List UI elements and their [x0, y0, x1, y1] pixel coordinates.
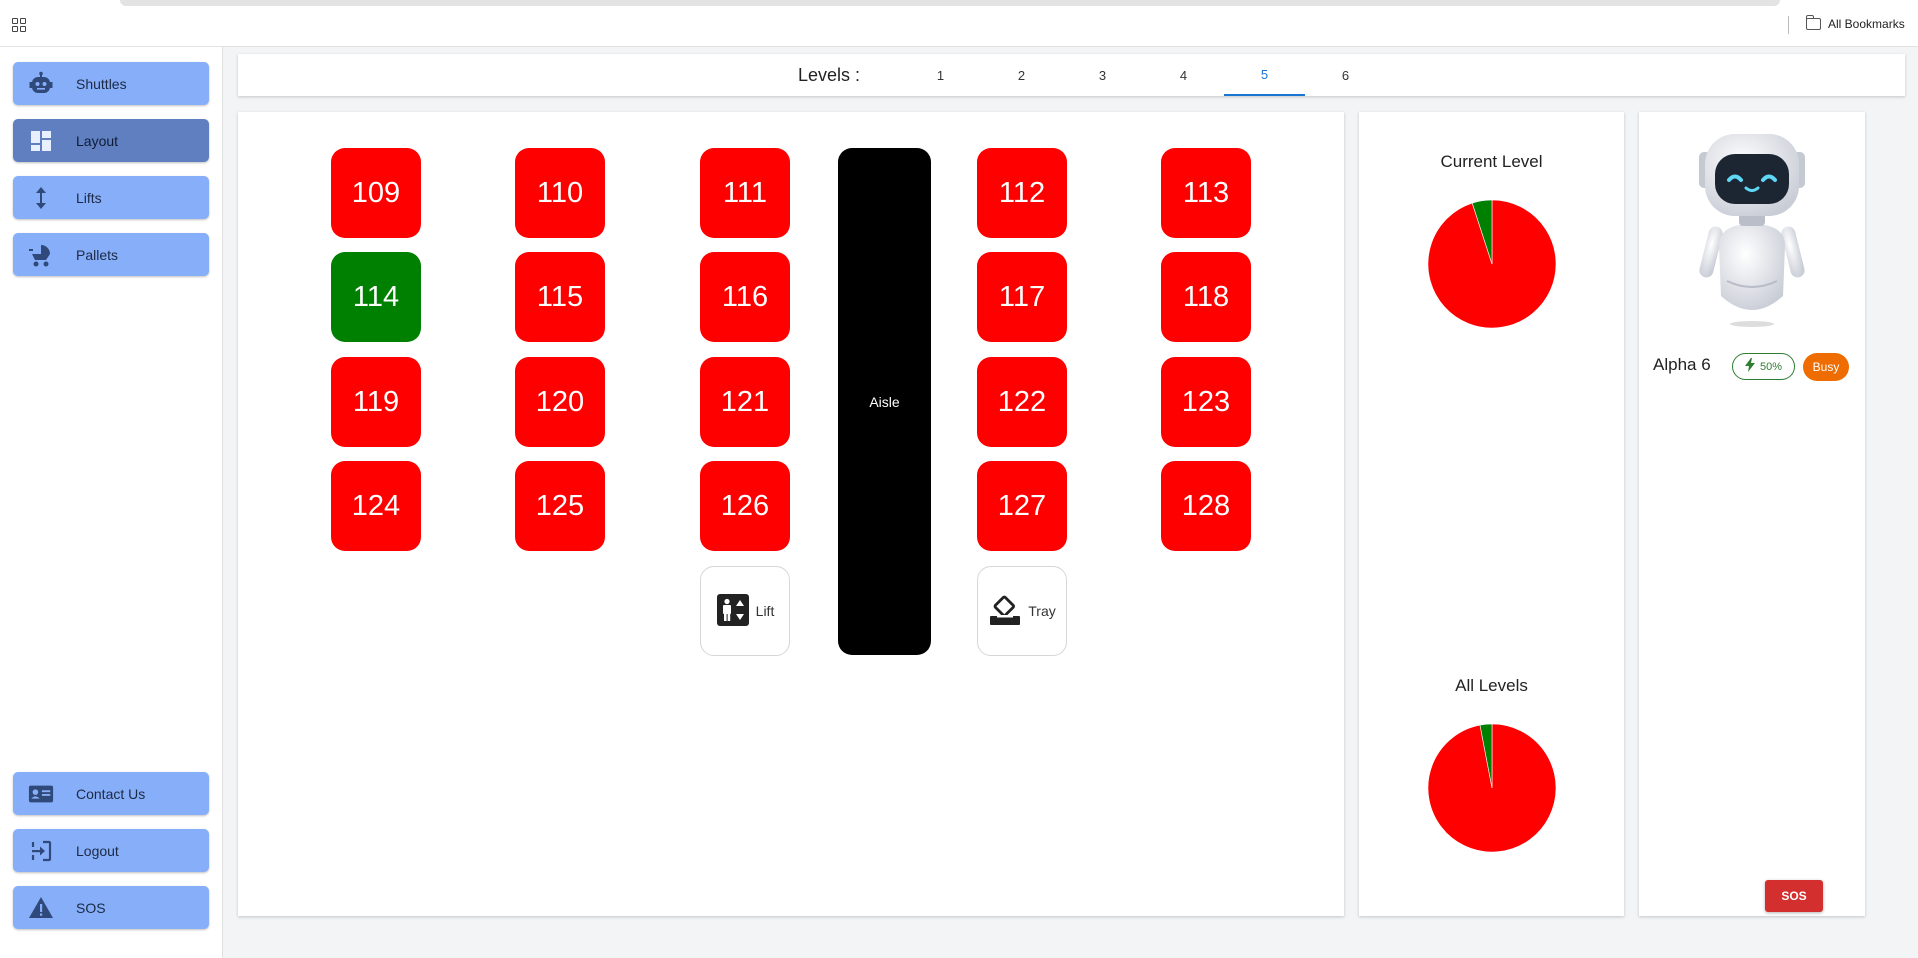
contact-card-icon [28, 781, 54, 807]
level-tab-1[interactable]: 1 [900, 54, 981, 96]
address-bar[interactable] [120, 0, 1780, 6]
nav-logout-button[interactable]: Logout [13, 829, 209, 872]
nav-shuttles-label: Shuttles [76, 75, 127, 92]
aisle-block: Aisle [838, 148, 931, 655]
lightning-icon [1744, 358, 1755, 375]
storage-cell-124[interactable]: 124 [331, 461, 421, 551]
browser-bookmarks-bar: All Bookmarks [0, 0, 1918, 47]
nav-sos-button[interactable]: SOS [13, 886, 209, 929]
storage-cell-118[interactable]: 118 [1161, 252, 1251, 342]
nav-layout-button[interactable]: Layout [13, 119, 209, 162]
shuttle-status-panel: Alpha 6 50% Busy SOS [1639, 112, 1865, 916]
apps-grid-icon[interactable] [12, 18, 26, 32]
storage-cell-120[interactable]: 120 [515, 357, 605, 447]
storage-cell-115[interactable]: 115 [515, 252, 605, 342]
tray-label: Tray [1028, 603, 1056, 619]
nav-logout-label: Logout [76, 842, 119, 859]
nav-pallets-button[interactable]: Pallets [13, 233, 209, 276]
current-level-pie-chart [1428, 200, 1556, 328]
level-tab-5[interactable]: 5 [1224, 54, 1305, 96]
storage-cell-126[interactable]: 126 [700, 461, 790, 551]
level-tab-6[interactable]: 6 [1305, 54, 1386, 96]
stroller-icon [28, 242, 54, 268]
all-levels-pie-chart [1428, 724, 1556, 852]
storage-cell-109[interactable]: 109 [331, 148, 421, 238]
all-bookmarks-button[interactable]: All Bookmarks [1805, 15, 1905, 31]
robot-avatar [1699, 134, 1805, 327]
all-levels-chart-title: All Levels [1455, 676, 1528, 695]
current-level-chart-title: Current Level [1440, 152, 1543, 171]
storage-cell-128[interactable]: 128 [1161, 461, 1251, 551]
battery-badge: 50% [1732, 353, 1795, 380]
nav-contact-us-label: Contact Us [76, 785, 146, 802]
nav-pallets-label: Pallets [76, 246, 119, 263]
storage-cell-127[interactable]: 127 [977, 461, 1067, 551]
nav-sos-label: SOS [76, 899, 106, 916]
storage-cell-114[interactable]: 114 [331, 252, 421, 342]
sos-button[interactable]: SOS [1765, 880, 1823, 912]
storage-cell-112[interactable]: 112 [977, 148, 1067, 238]
lift-label: Lift [755, 603, 775, 619]
logout-icon [28, 838, 54, 864]
levels-bar: Levels : 1 2 3 4 5 6 [238, 54, 1905, 96]
storage-cell-119[interactable]: 119 [331, 357, 421, 447]
level-tab-4[interactable]: 4 [1143, 54, 1224, 96]
nav-lifts-button[interactable]: Lifts [13, 176, 209, 219]
nav-layout-label: Layout [76, 132, 119, 149]
storage-cell-113[interactable]: 113 [1161, 148, 1251, 238]
lift-tile[interactable]: Lift [700, 566, 790, 656]
storage-cell-117[interactable]: 117 [977, 252, 1067, 342]
storage-layout-panel: 109 110 111 112 113 114 115 116 117 118 … [238, 112, 1344, 916]
level-tab-2[interactable]: 2 [981, 54, 1062, 96]
storage-cell-111[interactable]: 111 [700, 148, 790, 238]
dashboard-icon [28, 128, 54, 154]
robot-name: Alpha 6 [1653, 355, 1711, 374]
occupancy-charts-panel: Current Level All Levels [1359, 112, 1624, 916]
storage-cell-110[interactable]: 110 [515, 148, 605, 238]
warning-icon [28, 895, 54, 921]
storage-cell-125[interactable]: 125 [515, 461, 605, 551]
nav-shuttles-button[interactable]: Shuttles [13, 62, 209, 105]
levels-title: Levels : [798, 65, 861, 85]
robot-icon [28, 71, 54, 97]
vertical-arrows-icon [28, 185, 54, 211]
elevator-icon [716, 593, 750, 630]
tray-icon [988, 593, 1022, 630]
tray-tile[interactable]: Tray [977, 566, 1067, 656]
battery-level: 50% [1759, 360, 1783, 373]
storage-cell-116[interactable]: 116 [700, 252, 790, 342]
storage-cell-123[interactable]: 123 [1161, 357, 1251, 447]
nav-contact-us-button[interactable]: Contact Us [13, 772, 209, 815]
status-badge: Busy [1803, 353, 1849, 381]
folder-icon [1805, 15, 1821, 30]
level-tab-3[interactable]: 3 [1062, 54, 1143, 96]
nav-lifts-label: Lifts [76, 189, 102, 206]
aisle-label: Aisle [869, 393, 900, 410]
storage-cell-121[interactable]: 121 [700, 357, 790, 447]
storage-cell-122[interactable]: 122 [977, 357, 1067, 447]
bookmarks-divider [1788, 16, 1789, 34]
sidebar: Shuttles Layout Lifts Pallets Contact Us… [0, 47, 223, 958]
all-bookmarks-label: All Bookmarks [1828, 17, 1905, 31]
